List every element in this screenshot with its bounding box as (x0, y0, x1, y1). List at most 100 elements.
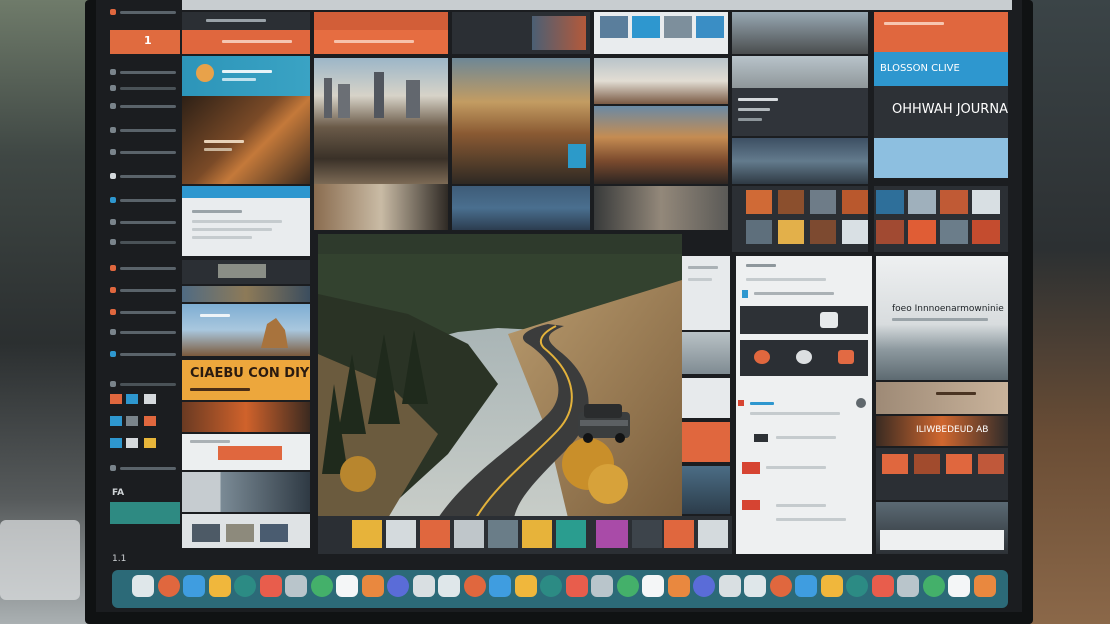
dock-app-icon[interactable] (361, 575, 384, 597)
sidebar-item[interactable] (110, 378, 176, 390)
video-card[interactable] (740, 306, 868, 334)
article-headline[interactable]: foeo Innnoenarmowninie (876, 256, 1008, 380)
sidebar-item[interactable] (110, 236, 176, 248)
sidebar-swatch[interactable] (110, 438, 122, 448)
dock-app-icon[interactable] (412, 575, 435, 597)
dock-app-icon[interactable] (132, 575, 154, 597)
dock-app-icon[interactable] (310, 575, 333, 597)
thumbnail-strip-bottom[interactable] (318, 516, 732, 554)
photo-tile-skyline[interactable] (732, 12, 868, 54)
panel-blue-card[interactable] (182, 56, 310, 96)
dock-app-icon[interactable] (259, 575, 282, 597)
card-red-button[interactable] (182, 434, 310, 470)
dock-app-icon[interactable] (769, 575, 792, 597)
settings-icon[interactable] (856, 398, 866, 408)
photo-tile-building[interactable] (594, 58, 728, 104)
photo-tile-autumn[interactable] (182, 96, 310, 184)
sidebar-swatch[interactable] (110, 416, 122, 426)
sidebar-swatch[interactable] (126, 416, 138, 426)
dock-app-icon[interactable] (795, 575, 817, 597)
dock-app-icon[interactable] (693, 575, 715, 597)
sidebar-swatch[interactable] (144, 438, 156, 448)
dock-app-icon[interactable] (438, 575, 460, 597)
photo-tile-houses[interactable] (594, 106, 728, 184)
grid-thumbnails[interactable] (876, 448, 1008, 500)
dock-app-icon[interactable] (208, 575, 231, 597)
sidebar-item[interactable] (110, 284, 176, 296)
panel-blue-headline[interactable]: BLOSSON CLIVE (874, 52, 1008, 86)
dock-app-icon[interactable] (463, 575, 486, 597)
panel-light-blue[interactable] (874, 138, 1008, 178)
dock-app-icon[interactable] (540, 575, 562, 597)
panel-header-orange[interactable] (314, 12, 448, 30)
photo-tile-sky[interactable] (732, 56, 868, 88)
dock-app-icon[interactable] (565, 575, 588, 597)
sidebar-item[interactable] (110, 216, 176, 228)
panel-dark[interactable] (452, 12, 590, 54)
panel-light[interactable] (594, 12, 728, 54)
dock-app-icon[interactable] (183, 575, 205, 597)
dock-app-icon[interactable] (897, 575, 919, 597)
dock-app-icon[interactable] (234, 575, 256, 597)
dock-app-icon[interactable] (489, 575, 511, 597)
photo-tile-harbor[interactable] (182, 472, 310, 512)
icon-row[interactable] (740, 340, 868, 376)
sidebar-item[interactable] (110, 262, 176, 274)
photo-tile-neighborhood[interactable] (452, 58, 590, 184)
dock-app-icon[interactable] (922, 575, 945, 597)
photo-tile-small[interactable] (682, 332, 730, 374)
banner-orange[interactable]: CIAEBU CON DIYG (182, 360, 310, 400)
dock-app-icon[interactable] (336, 575, 358, 597)
sidebar-item[interactable] (110, 326, 176, 338)
panel-header[interactable] (182, 12, 310, 30)
thumbnail-strip[interactable] (182, 260, 310, 284)
article-panel[interactable] (736, 256, 872, 554)
thumbnail-strip[interactable] (182, 286, 310, 302)
sidebar-item[interactable] (110, 146, 176, 158)
sidebar-item[interactable] (110, 348, 176, 360)
mini-card-orange[interactable] (682, 422, 730, 462)
photo-tile-desert[interactable] (876, 382, 1008, 414)
article-card-white[interactable] (182, 186, 310, 256)
dock-app-icon[interactable] (667, 575, 690, 597)
photo-tile-water[interactable] (452, 186, 590, 230)
sidebar-swatch[interactable] (110, 394, 122, 404)
photo-tile-city[interactable] (314, 58, 448, 184)
mini-card[interactable] (682, 378, 730, 418)
grid-thumbnails[interactable] (732, 186, 868, 252)
panel-orange-bar[interactable] (182, 30, 310, 54)
sidebar-mini-panel[interactable] (682, 256, 730, 330)
sidebar-item[interactable] (110, 124, 176, 136)
dock-app-icon[interactable] (616, 575, 639, 597)
sidebar-swatch[interactable] (144, 416, 156, 426)
panel-orange-bar[interactable] (314, 30, 448, 54)
banner-dark-orange[interactable]: ILIWBEDEUD AB (876, 416, 1008, 446)
dock-app-icon[interactable] (387, 575, 409, 597)
sidebar-item[interactable] (110, 6, 176, 18)
sidebar-swatch[interactable] (126, 394, 138, 404)
dock-app-icon[interactable] (948, 575, 970, 597)
photo-tile-car[interactable] (876, 502, 1008, 554)
sidebar-item[interactable] (110, 170, 176, 182)
sidebar-item[interactable] (110, 194, 176, 206)
dock-app-icon[interactable] (718, 575, 741, 597)
sidebar-swatch[interactable] (126, 438, 138, 448)
photo-tile-small[interactable] (682, 466, 730, 514)
article-dark[interactable] (732, 88, 868, 136)
dock-app-icon[interactable] (642, 575, 664, 597)
hero-road-photo[interactable] (318, 234, 682, 518)
dock-app-icon[interactable] (514, 575, 537, 597)
dock-app-icon[interactable] (820, 575, 843, 597)
photo-tile-bridge[interactable] (594, 186, 728, 230)
dock-app-icon[interactable] (285, 575, 307, 597)
dock-app-icon[interactable] (973, 575, 996, 597)
sidebar-item[interactable] (110, 462, 176, 474)
sidebar-teal-button[interactable] (110, 502, 180, 524)
sidebar-swatch[interactable] (144, 394, 156, 404)
photo-tile-street[interactable] (182, 402, 310, 432)
sidebar-item-active[interactable]: 1 (110, 30, 180, 54)
dock-app-icon[interactable] (591, 575, 613, 597)
panel-dark-journal[interactable]: OHHWAH JOURNAI (874, 86, 1008, 138)
sidebar-item[interactable] (110, 306, 176, 318)
photo-tile-road[interactable] (732, 138, 868, 184)
